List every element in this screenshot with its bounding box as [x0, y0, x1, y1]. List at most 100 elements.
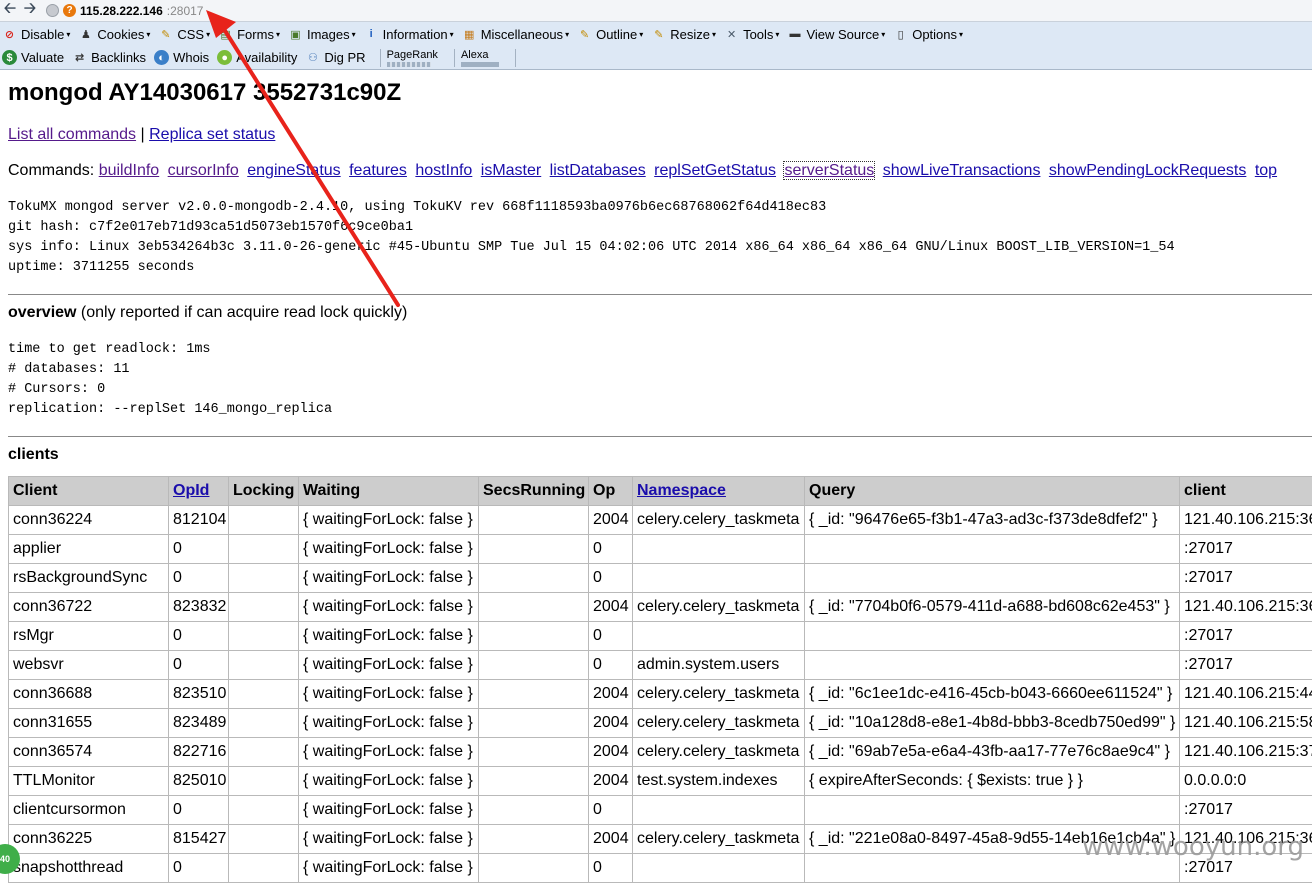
table-cell: 0	[169, 622, 229, 651]
table-cell	[633, 796, 805, 825]
replica-set-status-link[interactable]: Replica set status	[149, 126, 275, 143]
table-cell: { _id: "96476e65-f3b1-47a3-ad3c-f373de8d…	[805, 506, 1180, 535]
command-link-listdatabases[interactable]: listDatabases	[550, 162, 646, 179]
command-link-showpendinglockrequests[interactable]: showPendingLockRequests	[1049, 162, 1246, 179]
table-cell: conn36722	[9, 593, 169, 622]
command-link-hostinfo[interactable]: hostInfo	[415, 162, 472, 179]
command-link-features[interactable]: features	[349, 162, 407, 179]
table-cell	[479, 738, 589, 767]
sort-link-opid[interactable]: OpId	[173, 482, 209, 499]
table-cell: 2004	[589, 709, 633, 738]
alexa-bar	[461, 62, 499, 67]
table-cell	[805, 564, 1180, 593]
table-row: conn36688823510 { waitingForLock: false }…	[9, 680, 1312, 709]
command-link-buildinfo[interactable]: buildInfo	[99, 162, 160, 179]
table-cell: clientcursormon	[9, 796, 169, 825]
toolbar-menu-outline[interactable]: ✎Outline▾	[577, 27, 643, 42]
table-cell: 0	[589, 564, 633, 593]
command-link-enginestatus[interactable]: engineStatus	[247, 162, 340, 179]
table-cell: 121.40.106.215:58	[1180, 709, 1312, 738]
command-link-ismaster[interactable]: isMaster	[481, 162, 541, 179]
web-developer-toolbar: ⊘Disable▾ ♟Cookies▾ ✎CSS▾ ▤ Forms ▾ ▣Images▾ iI…	[0, 22, 1312, 46]
commands-label: Commands:	[8, 162, 94, 179]
toolbar-menu-images[interactable]: ▣Images▾	[288, 27, 356, 42]
command-link-cursorinfo[interactable]: cursorInfo	[168, 162, 239, 179]
valuate-button[interactable]: $ Valuate	[2, 50, 64, 65]
table-cell: celery.celery_taskmeta	[633, 738, 805, 767]
table-cell	[479, 680, 589, 709]
toolbar-menu-forms[interactable]: ▤Forms▾	[218, 27, 280, 42]
toolbar-menu-label: Forms	[237, 27, 274, 42]
toolbar-menu-resize[interactable]: ✎Resize▾	[651, 27, 716, 42]
command-link-showlivetransactions[interactable]: showLiveTransactions	[883, 162, 1041, 179]
globe-whois-icon: ◐	[154, 50, 169, 65]
top-links: List all commands | Replica set status	[8, 126, 1312, 146]
toolbar-menu-miscellaneous[interactable]: ▦Miscellaneous▾	[462, 27, 569, 42]
table-cell: conn36224	[9, 506, 169, 535]
alexa-meter[interactable]: Alexa	[461, 49, 499, 67]
dropdown-caret-icon: ▾	[206, 30, 210, 39]
table-cell: 0	[589, 854, 633, 883]
whois-button[interactable]: ◐ Whois	[154, 50, 209, 65]
overview-info: time to get readlock: 1ms # databases: 1…	[8, 340, 1312, 420]
availability-icon: ●	[217, 50, 232, 65]
column-header-op: Op	[589, 477, 633, 506]
sort-link-namespace[interactable]: Namespace	[637, 482, 726, 499]
toolbar-menu-disable[interactable]: ⊘Disable▾	[2, 27, 70, 42]
clients-heading: clients	[8, 446, 1312, 466]
toolbar-menu-options[interactable]: ▯Options▾	[893, 27, 963, 42]
table-row: clientcursormon0{ waitingForLock: false …	[9, 796, 1312, 825]
pagerank-label: PageRank	[387, 49, 438, 61]
valuate-label: Valuate	[21, 50, 64, 65]
table-row: rsMgr0{ waitingForLock: false }0:27017	[9, 622, 1312, 651]
table-cell: :27017	[1180, 651, 1312, 680]
table-cell	[229, 767, 299, 796]
command-link-replsetgetstatus[interactable]: replSetGetStatus	[654, 162, 776, 179]
table-cell: 0	[169, 854, 229, 883]
table-cell: 822716	[169, 738, 229, 767]
information-icon: i	[364, 27, 379, 42]
toolbar-divider	[454, 49, 455, 67]
list-all-commands-link[interactable]: List all commands	[8, 126, 136, 143]
availability-button[interactable]: ● Availability	[217, 50, 297, 65]
toolbar-menu-tools[interactable]: ✕Tools▾	[724, 27, 779, 42]
column-header-client: client	[1180, 477, 1312, 506]
url-field[interactable]: ? 115.28.222.146:28017	[46, 2, 203, 20]
toolbar-divider	[380, 49, 381, 67]
table-cell	[229, 738, 299, 767]
back-button[interactable]: 🡠	[0, 1, 20, 21]
command-link-top[interactable]: top	[1255, 162, 1277, 179]
table-row: websvr0{ waitingForLock: false }0admin.s…	[9, 651, 1312, 680]
table-cell: { waitingForLock: false }	[299, 535, 479, 564]
resize-icon: ✎	[651, 27, 666, 42]
digpr-button[interactable]: ⚇ Dig PR	[305, 50, 365, 65]
forward-button[interactable]: 🡢	[20, 1, 40, 21]
toolbar-menu-cookies[interactable]: ♟Cookies▾	[78, 27, 150, 42]
table-cell: rsMgr	[9, 622, 169, 651]
toolbar-menu-css[interactable]: ✎CSS▾	[158, 27, 210, 42]
table-cell: rsBackgroundSync	[9, 564, 169, 593]
table-cell: 2004	[589, 506, 633, 535]
command-link-serverstatus[interactable]: serverStatus	[784, 162, 874, 179]
forms-icon: ▤	[218, 27, 233, 42]
options-icon: ▯	[893, 27, 908, 42]
table-cell: { waitingForLock: false }	[299, 825, 479, 854]
table-cell: conn36688	[9, 680, 169, 709]
table-cell	[229, 796, 299, 825]
toolbar-menu-view-source[interactable]: ▬View Source▾	[787, 27, 885, 42]
toolbar-menu-information[interactable]: iInformation▾	[364, 27, 454, 42]
table-cell	[633, 854, 805, 883]
table-cell	[479, 709, 589, 738]
table-cell: { waitingForLock: false }	[299, 680, 479, 709]
table-cell: conn36574	[9, 738, 169, 767]
table-cell: { expireAfterSeconds: { $exists: true } …	[805, 767, 1180, 796]
table-cell: celery.celery_taskmeta	[633, 680, 805, 709]
backlinks-button[interactable]: ⇄ Backlinks	[72, 50, 146, 65]
dropdown-caret-icon: ▾	[450, 30, 454, 39]
table-cell: 823510	[169, 680, 229, 709]
table-cell: 0	[589, 651, 633, 680]
pagerank-meter[interactable]: PageRank	[387, 49, 438, 67]
overview-title: overview	[8, 304, 76, 321]
table-cell: { _id: "6c1ee1dc-e416-45cb-b043-6660ee61…	[805, 680, 1180, 709]
table-row: conn36722823832{ waitingForLock: false }…	[9, 593, 1312, 622]
